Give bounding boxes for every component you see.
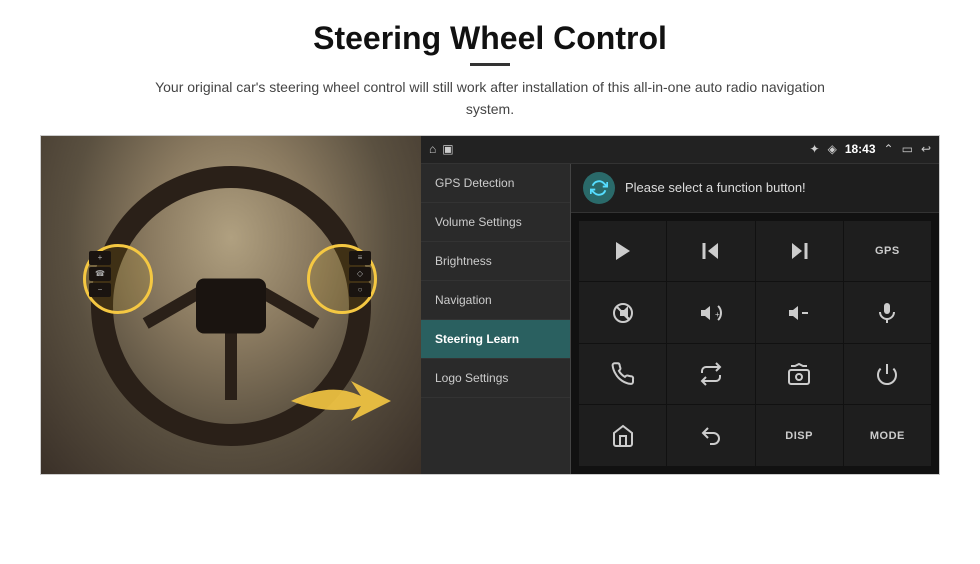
radio-button[interactable] bbox=[756, 344, 843, 405]
panel-header: Please select a function button! bbox=[571, 164, 939, 213]
radio-icon bbox=[787, 362, 811, 386]
next-button[interactable] bbox=[756, 221, 843, 282]
status-right: ✦ ◈ 18:43 ⌃ ▭ ↩ bbox=[810, 142, 931, 156]
back-arrow-icon bbox=[699, 424, 723, 448]
menu-item-logo[interactable]: Logo Settings bbox=[421, 359, 570, 398]
menu-sidebar: GPS Detection Volume Settings Brightness… bbox=[421, 164, 571, 474]
vol-up-button[interactable]: + bbox=[667, 282, 754, 343]
refresh-svg bbox=[590, 179, 608, 197]
page-title: Steering Wheel Control bbox=[40, 20, 940, 57]
menu-item-gps[interactable]: GPS Detection bbox=[421, 164, 570, 203]
wheel-btn-plus: + bbox=[89, 251, 111, 265]
power-button[interactable] bbox=[844, 344, 931, 405]
wheel-center bbox=[196, 278, 266, 333]
wheel-btn-nav: ◇ bbox=[349, 267, 371, 281]
arrow-icon bbox=[281, 361, 401, 441]
function-grid: GPS bbox=[571, 213, 939, 474]
status-time: 18:43 bbox=[845, 142, 876, 156]
head-unit: ⌂ ▣ ✦ ◈ 18:43 ⌃ ▭ ↩ GPS Detection Volume… bbox=[421, 136, 939, 474]
wheel-btn-menu: ≡ bbox=[349, 251, 371, 265]
phone-button[interactable] bbox=[579, 344, 666, 405]
btn-group-left: + ☎ − bbox=[89, 251, 111, 297]
mic-icon bbox=[875, 301, 899, 325]
refresh-icon[interactable] bbox=[583, 172, 615, 204]
menu-item-navigation[interactable]: Navigation bbox=[421, 281, 570, 320]
home-button[interactable] bbox=[579, 405, 666, 466]
skip-back-icon bbox=[699, 239, 723, 263]
title-section: Steering Wheel Control Your original car… bbox=[40, 20, 940, 121]
svg-text:+: + bbox=[715, 310, 720, 319]
spoke-bottom bbox=[225, 330, 237, 400]
title-divider bbox=[470, 63, 510, 66]
play-icon bbox=[611, 239, 635, 263]
gps-label: GPS bbox=[875, 245, 900, 257]
mode-label: MODE bbox=[870, 430, 905, 442]
menu-item-steering[interactable]: Steering Learn bbox=[421, 320, 570, 359]
screenshot-container: + ☎ − ≡ ◇ ○ ⌂ ▣ bbox=[40, 135, 940, 475]
mute-icon bbox=[611, 301, 635, 325]
gps-button[interactable]: GPS bbox=[844, 221, 931, 282]
home-icon bbox=[611, 424, 635, 448]
wheel-btn-ok: ○ bbox=[349, 283, 371, 297]
status-left: ⌂ ▣ bbox=[429, 142, 454, 156]
skip-forward-icon bbox=[787, 239, 811, 263]
status-bar: ⌂ ▣ ✦ ◈ 18:43 ⌃ ▭ ↩ bbox=[421, 136, 939, 164]
menu-item-volume[interactable]: Volume Settings bbox=[421, 203, 570, 242]
window-status-icon: ▭ bbox=[902, 142, 913, 156]
loop-button[interactable] bbox=[667, 344, 754, 405]
play-button[interactable] bbox=[579, 221, 666, 282]
steering-photo: + ☎ − ≡ ◇ ○ bbox=[41, 136, 421, 475]
page-subtitle: Your original car's steering wheel contr… bbox=[140, 76, 840, 121]
vol-down-icon bbox=[787, 301, 811, 325]
home-status-icon: ⌂ bbox=[429, 142, 436, 156]
bluetooth-status-icon: ✦ bbox=[810, 142, 820, 156]
menu-item-brightness[interactable]: Brightness bbox=[421, 242, 570, 281]
btn-group-right: ≡ ◇ ○ bbox=[349, 251, 371, 297]
vol-up-icon: + bbox=[699, 301, 723, 325]
back-arrow-button[interactable] bbox=[667, 405, 754, 466]
photo-status-icon: ▣ bbox=[442, 142, 453, 156]
main-area: GPS Detection Volume Settings Brightness… bbox=[421, 164, 939, 474]
disp-label: DISP bbox=[785, 430, 813, 442]
arrow-container bbox=[281, 361, 401, 446]
prev-button[interactable] bbox=[667, 221, 754, 282]
disp-button[interactable]: DISP bbox=[756, 405, 843, 466]
power-icon bbox=[875, 362, 899, 386]
phone-icon bbox=[611, 362, 635, 386]
panel-header-text: Please select a function button! bbox=[625, 180, 806, 195]
function-panel: Please select a function button! bbox=[571, 164, 939, 474]
loop-icon bbox=[699, 362, 723, 386]
mode-button[interactable]: MODE bbox=[844, 405, 931, 466]
mic-button[interactable] bbox=[844, 282, 931, 343]
back-status-icon: ↩ bbox=[921, 142, 931, 156]
page-container: Steering Wheel Control Your original car… bbox=[0, 0, 980, 485]
wheel-btn-phone: ☎ bbox=[89, 267, 111, 281]
expand-status-icon: ⌃ bbox=[884, 142, 894, 156]
wheel-btn-minus: − bbox=[89, 283, 111, 297]
wifi-status-icon: ◈ bbox=[828, 142, 837, 156]
mute-button[interactable] bbox=[579, 282, 666, 343]
vol-down-button[interactable] bbox=[756, 282, 843, 343]
